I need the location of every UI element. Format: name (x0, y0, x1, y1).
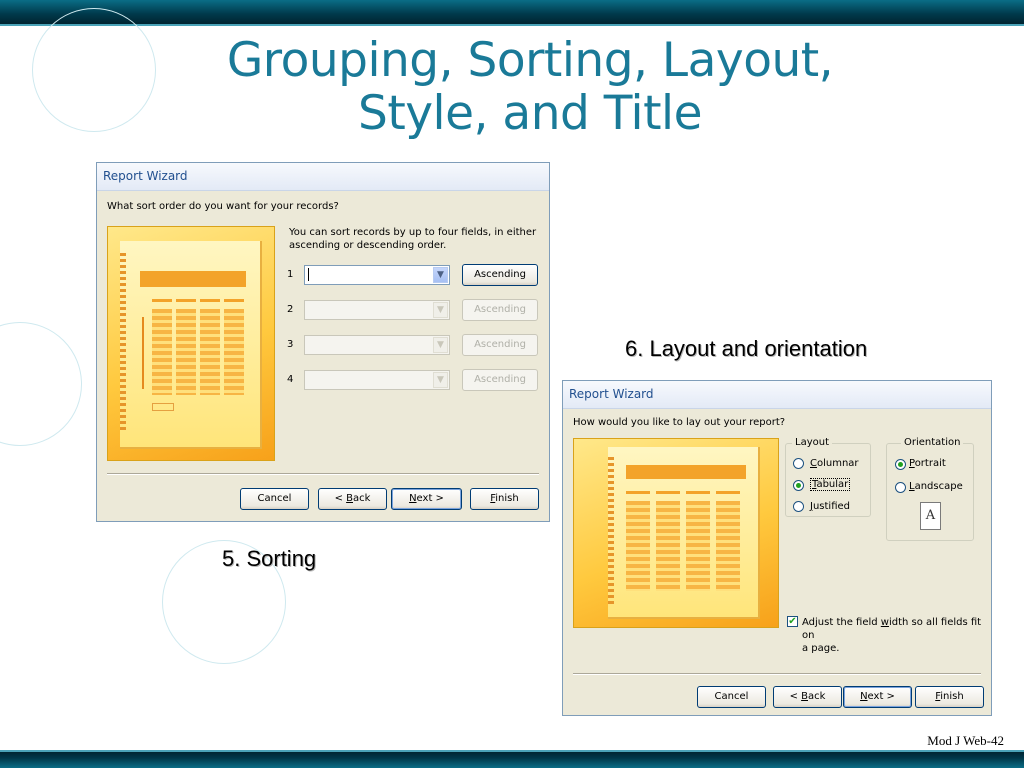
back-button[interactable]: < Back (773, 686, 842, 708)
caption-layout: 6. Layout and orientation (625, 336, 868, 361)
sort-order-3-button[interactable]: Ascending (462, 334, 538, 356)
dialog-title: Report Wizard (97, 163, 549, 191)
sort-order-dialog: Report Wizard What sort order do you wan… (96, 162, 550, 522)
slide-title: Grouping, Sorting, Layout, Style, and Ti… (140, 34, 920, 140)
bottom-banner (0, 750, 1024, 768)
report-preview-illustration (107, 226, 275, 461)
portrait-page-icon: A (920, 502, 941, 530)
chevron-down-icon[interactable]: ▼ (433, 302, 448, 318)
top-banner (0, 0, 1024, 26)
orientation-landscape-label[interactable]: Landscape (909, 481, 963, 492)
sort-order-2-button[interactable]: Ascending (462, 299, 538, 321)
layout-question: How would you like to lay out your repor… (573, 417, 786, 428)
sort-help-line-2: ascending or descending order. (289, 240, 447, 251)
layout-legend: Layout (792, 437, 832, 448)
layout-columnar-label[interactable]: Columnar (810, 458, 859, 469)
finish-button[interactable]: Finish (915, 686, 984, 708)
adjust-width-line-2: a page. (802, 643, 840, 654)
orientation-legend: Orientation (901, 437, 964, 448)
sort-field-1-combo[interactable]: ▼ (304, 265, 450, 285)
sort-row-number: 3 (287, 339, 294, 350)
report-preview-illustration (573, 438, 779, 628)
adjust-width-checkbox[interactable]: ✔ (787, 616, 798, 627)
slide-title-line-1: Grouping, Sorting, Layout, (226, 33, 834, 88)
divider (573, 673, 981, 675)
slide-number: Mod J Web-42 (927, 733, 1004, 748)
decor-circle (0, 322, 82, 446)
page-icon-letter: A (925, 508, 936, 523)
layout-tabular-radio[interactable] (793, 480, 804, 491)
sort-order-1-button[interactable]: Ascending (462, 264, 538, 286)
layout-dialog: Report Wizard How would you like to lay … (562, 380, 992, 716)
adjust-width-label[interactable]: Adjust the field width so all fields fit… (802, 616, 991, 655)
layout-tabular-label[interactable]: Tabular (810, 478, 851, 491)
layout-justified-radio[interactable] (793, 501, 804, 512)
back-button[interactable]: < Back (318, 488, 387, 510)
cancel-button[interactable]: Cancel (697, 686, 766, 708)
orientation-landscape-radio[interactable] (895, 482, 906, 493)
dialog-title: Report Wizard (563, 381, 991, 409)
chevron-down-icon[interactable]: ▼ (433, 267, 448, 283)
sort-row-number: 2 (287, 304, 294, 315)
text-cursor (308, 268, 309, 281)
sort-field-4-combo[interactable]: ▼ (304, 370, 450, 390)
layout-justified-label[interactable]: Justified (810, 501, 850, 512)
sort-field-3-combo[interactable]: ▼ (304, 335, 450, 355)
sort-field-2-combo[interactable]: ▼ (304, 300, 450, 320)
caption-sorting: 5. Sorting (222, 546, 317, 571)
divider (107, 473, 539, 475)
sort-order-4-button[interactable]: Ascending (462, 369, 538, 391)
orientation-portrait-radio[interactable] (895, 459, 906, 470)
sort-question: What sort order do you want for your rec… (107, 201, 339, 212)
chevron-down-icon[interactable]: ▼ (433, 337, 448, 353)
next-button[interactable]: Next > (391, 488, 462, 510)
sort-row-number: 1 (287, 269, 294, 280)
chevron-down-icon[interactable]: ▼ (433, 372, 448, 388)
slide-title-line-2: Style, and Title (357, 86, 703, 141)
sort-help-line-1: You can sort records by up to four field… (289, 227, 537, 238)
next-button[interactable]: Next > (843, 686, 912, 708)
orientation-portrait-label[interactable]: Portrait (909, 458, 946, 469)
layout-columnar-radio[interactable] (793, 458, 804, 469)
finish-button[interactable]: Finish (470, 488, 539, 510)
sort-row-number: 4 (287, 374, 294, 385)
cancel-button[interactable]: Cancel (240, 488, 309, 510)
sort-help-text: You can sort records by up to four field… (289, 226, 536, 252)
adjust-width-line-1: Adjust the field width so all fields fit… (802, 617, 982, 641)
decor-circle (32, 8, 156, 132)
